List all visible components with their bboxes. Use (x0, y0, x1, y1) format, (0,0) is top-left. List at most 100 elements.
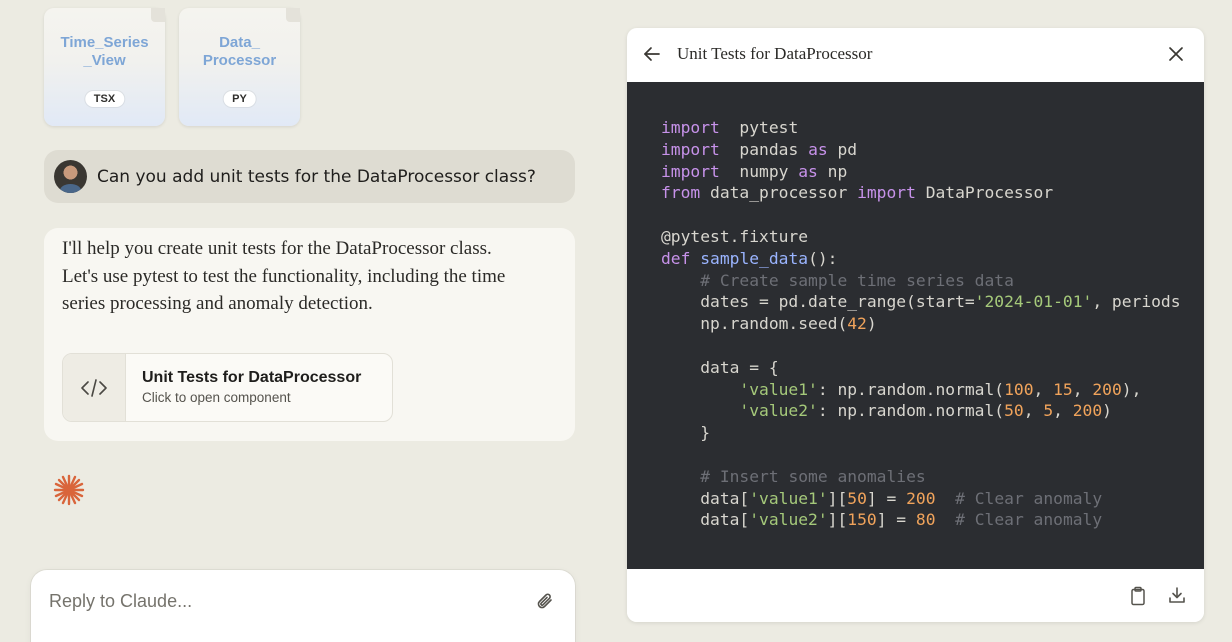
panel-footer (627, 569, 1204, 622)
assistant-message: I'll help you create unit tests for the … (44, 228, 575, 441)
file-type-badge: TSX (84, 91, 125, 107)
code-token: import (661, 139, 720, 159)
code-token: pandas (719, 139, 809, 159)
panel-header: Unit Tests for DataProcessor (627, 28, 1204, 82)
download-icon[interactable] (1168, 586, 1186, 608)
artifact-subtitle: Click to open component (142, 390, 291, 405)
code-token: 50 (1004, 401, 1024, 421)
artifact-title: Unit Tests for DataProcessor (142, 369, 362, 386)
clipboard-icon[interactable] (1129, 586, 1147, 610)
code-token: 200 (1072, 401, 1103, 421)
artifact-panel: Unit Tests for DataProcessor import pyte… (627, 28, 1204, 622)
code-line: import pytest (661, 117, 1181, 139)
code-token: } (661, 423, 711, 443)
file-type-badge: PY (223, 91, 256, 107)
user-message: Can you add unit tests for the DataProce… (44, 150, 575, 203)
code-token: : np.random.normal( (817, 401, 1005, 421)
code-brackets-icon (63, 354, 126, 421)
code-token: ) (866, 314, 877, 334)
code-token: 15 (1053, 379, 1073, 399)
code-token: 150 (847, 510, 877, 530)
claude-spark-icon (52, 473, 86, 511)
code-token: import (857, 183, 916, 203)
file-name: Time_Series _View (60, 34, 149, 69)
code-token: # Create sample time series data (700, 270, 1014, 290)
code-token: data = { (661, 357, 779, 377)
code-token: def (661, 248, 691, 268)
code-line: 'value1': np.random.normal(100, 15, 200)… (661, 379, 1181, 401)
code-line: # Create sample time series data (661, 270, 1181, 292)
code-token: 200 (906, 488, 936, 508)
code-token: data_processor (700, 183, 858, 203)
code-token: data[ (661, 488, 750, 508)
code-token: np (817, 161, 848, 181)
code-token: (): (808, 248, 838, 268)
close-icon[interactable] (1168, 46, 1184, 66)
code-token: ] = (876, 510, 916, 530)
code-token: as (798, 161, 818, 181)
code-token: sample_data (700, 248, 809, 268)
artifact-card[interactable]: Unit Tests for DataProcessor Click to op… (62, 353, 393, 422)
code-block: import pytest import pandas as pd import n… (661, 117, 1181, 531)
code-line: 'value2': np.random.normal(50, 5, 200) (661, 400, 1181, 422)
code-token: 100 (1004, 379, 1034, 399)
page-fold (151, 8, 165, 22)
code-token: from (661, 183, 701, 203)
code-token: 50 (847, 488, 867, 508)
code-token: numpy (719, 161, 799, 181)
code-token: # Clear anomaly (955, 488, 1103, 508)
code-token: '2024-01-01' (974, 292, 1093, 312)
code-line: np.random.seed(42) (661, 313, 1181, 335)
code-token: data[ (661, 510, 750, 530)
code-line: # Insert some anomalies (661, 466, 1181, 488)
code-token: , periods (1092, 292, 1181, 312)
code-viewer[interactable]: import pytest import pandas as pd import n… (627, 82, 1204, 569)
file-card-time-series-view[interactable]: Time_Series _View TSX (44, 8, 165, 126)
code-line: @pytest.fixture (661, 226, 1181, 248)
code-token: 200 (1092, 379, 1122, 399)
file-card-data-processor[interactable]: Data_ Processor PY (179, 8, 300, 126)
code-line: data = { (661, 357, 1181, 379)
code-token: as (808, 139, 828, 159)
reply-input[interactable] (49, 588, 509, 614)
code-token: # Insert some anomalies (700, 466, 926, 486)
reply-composer (31, 570, 575, 642)
code-token: 'value1' (749, 488, 828, 508)
arrow-left-icon[interactable] (643, 45, 661, 67)
code-token: import (661, 161, 720, 181)
code-token: , (1072, 379, 1093, 399)
code-token: , (1023, 401, 1044, 421)
code-token: 42 (847, 314, 867, 334)
code-token: @pytest.fixture (661, 226, 809, 246)
code-token: 5 (1043, 401, 1054, 421)
code-token: , (1033, 379, 1054, 399)
code-line: import numpy as np (661, 161, 1181, 183)
file-name: Data_ Processor (202, 34, 277, 69)
code-token: import (661, 118, 720, 137)
code-token: # Clear anomaly (955, 510, 1103, 530)
code-token: 80 (915, 510, 936, 530)
code-token: dates = pd.date_range(start= (661, 292, 975, 312)
paperclip-icon[interactable] (536, 591, 554, 615)
code-line: from data_processor import DataProcessor (661, 182, 1181, 204)
code-token: 'value1' (739, 379, 818, 399)
code-line: data['value1'][50] = 200 # Clear anomaly (661, 488, 1181, 510)
assistant-message-text: I'll help you create unit tests for the … (62, 238, 506, 314)
code-line: def sample_data(): (661, 248, 1181, 270)
code-token: ][ (827, 488, 848, 508)
code-token: : np.random.normal( (817, 379, 1005, 399)
code-token: ) (1102, 401, 1112, 421)
code-token: ] = (866, 488, 907, 508)
code-line: data['value2'][150] = 80 # Clear anomaly (661, 509, 1181, 531)
code-line: } (661, 422, 1181, 444)
panel-title: Unit Tests for DataProcessor (677, 44, 873, 63)
